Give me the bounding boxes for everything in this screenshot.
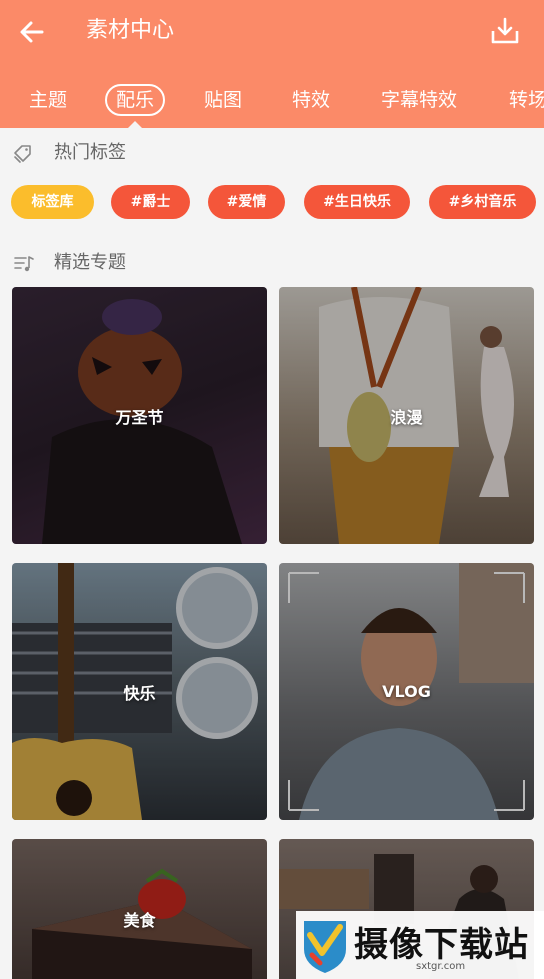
back-arrow-icon[interactable] xyxy=(16,16,48,48)
tab-transitions[interactable]: 转场 xyxy=(509,82,544,118)
tag-chip[interactable]: #乡村音乐 xyxy=(429,185,536,219)
topic-card-label: 美食 xyxy=(123,911,156,930)
topic-card-food[interactable]: 美食 xyxy=(12,839,267,979)
topic-card-label: VLOG xyxy=(382,682,431,701)
tag-icon xyxy=(14,145,31,163)
watermark-text: 摄像下载站 xyxy=(354,925,529,965)
topic-card-happy[interactable]: 快乐 xyxy=(12,563,267,820)
category-tabs: 主题 配乐 贴图 特效 字幕特效 转场 xyxy=(0,82,544,122)
tag-chip[interactable]: #生日快乐 xyxy=(304,185,410,219)
tab-music[interactable]: 配乐 xyxy=(105,84,166,116)
topic-card-romance[interactable]: 浪漫 xyxy=(279,287,534,544)
watermark-url: sxtgr.com xyxy=(416,961,466,972)
top-bar: 素材中心 主题 配乐 贴图 特效 字幕特效 转场 xyxy=(0,0,544,128)
music-list-icon xyxy=(14,256,34,272)
tag-chip[interactable]: #爱情 xyxy=(208,185,285,219)
watermark-logo-icon xyxy=(304,921,346,973)
tab-effects[interactable]: 特效 xyxy=(292,82,330,118)
download-icon[interactable] xyxy=(489,15,521,47)
topic-card-vlog[interactable]: VLOG xyxy=(279,563,534,820)
topic-card-label: 浪漫 xyxy=(390,407,423,427)
hot-tags-title: 热门标签 xyxy=(54,142,126,163)
tag-library-button[interactable]: 标签库 xyxy=(11,185,94,219)
tab-stickers[interactable]: 贴图 xyxy=(204,82,242,118)
tab-theme[interactable]: 主题 xyxy=(29,82,67,118)
tab-subtitle-effects[interactable]: 字幕特效 xyxy=(381,82,457,118)
topic-card-halloween[interactable]: 万圣节 xyxy=(12,287,267,544)
watermark: 摄像下载站 sxtgr.com xyxy=(296,911,544,979)
topic-card-label: 万圣节 xyxy=(115,407,164,427)
topic-card-label: 快乐 xyxy=(123,683,156,703)
active-tab-indicator xyxy=(128,121,142,128)
page-title: 素材中心 xyxy=(86,18,175,43)
tag-chip[interactable]: #爵士 xyxy=(111,185,190,219)
featured-title: 精选专题 xyxy=(54,252,126,273)
